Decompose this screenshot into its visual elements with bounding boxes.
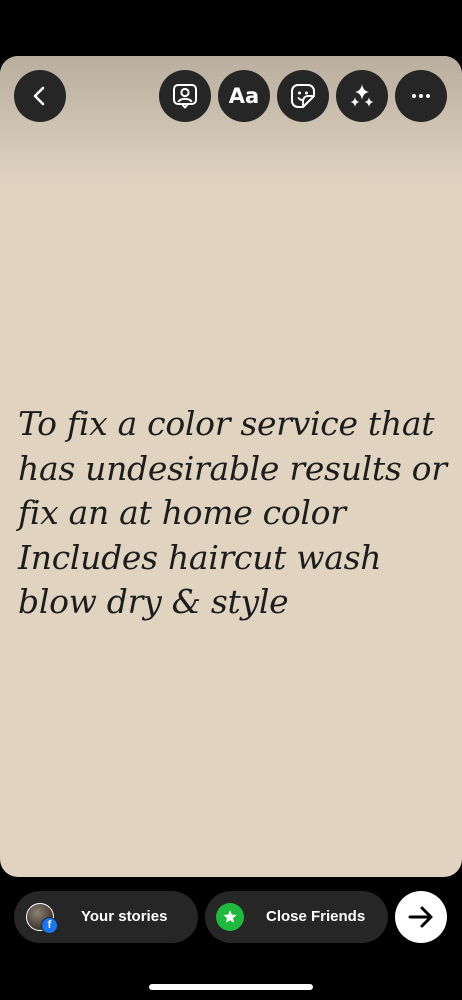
- chevron-left-icon: [33, 86, 45, 106]
- text-button[interactable]: Aa: [218, 70, 270, 122]
- effects-button[interactable]: [336, 70, 388, 122]
- your-stories-button[interactable]: f Your stories: [14, 891, 198, 943]
- home-indicator: [149, 984, 313, 990]
- sparkles-icon: [350, 84, 374, 107]
- facebook-icon: f: [41, 917, 58, 934]
- arrow-right-icon: [408, 906, 433, 928]
- sticker-icon: [291, 84, 315, 108]
- mention-button[interactable]: [159, 70, 211, 122]
- sticker-button[interactable]: [277, 70, 329, 122]
- story-text-line: Includes haircut wash: [18, 537, 382, 577]
- more-horizontal-icon: [412, 94, 430, 98]
- story-canvas[interactable]: To fix a color service that has undesira…: [0, 56, 462, 877]
- more-button[interactable]: [395, 70, 447, 122]
- your-stories-label: Your stories: [81, 908, 168, 925]
- story-text-line: blow dry & style: [18, 582, 289, 621]
- star-icon: [223, 910, 237, 923]
- close-friends-label: Close Friends: [266, 908, 366, 925]
- back-button[interactable]: [14, 70, 66, 122]
- story-text-line: has undesirable results or: [18, 448, 447, 488]
- person-tag-icon: [173, 84, 197, 109]
- story-text-line: To fix a color service that: [18, 404, 435, 443]
- text-button-label: Aa: [228, 84, 260, 108]
- story-text[interactable]: To fix a color service that has undesira…: [18, 402, 447, 625]
- next-button[interactable]: [395, 891, 447, 943]
- close-friends-badge: [216, 903, 244, 931]
- close-friends-button[interactable]: Close Friends: [205, 891, 388, 943]
- story-text-line: fix an at home color: [18, 493, 346, 532]
